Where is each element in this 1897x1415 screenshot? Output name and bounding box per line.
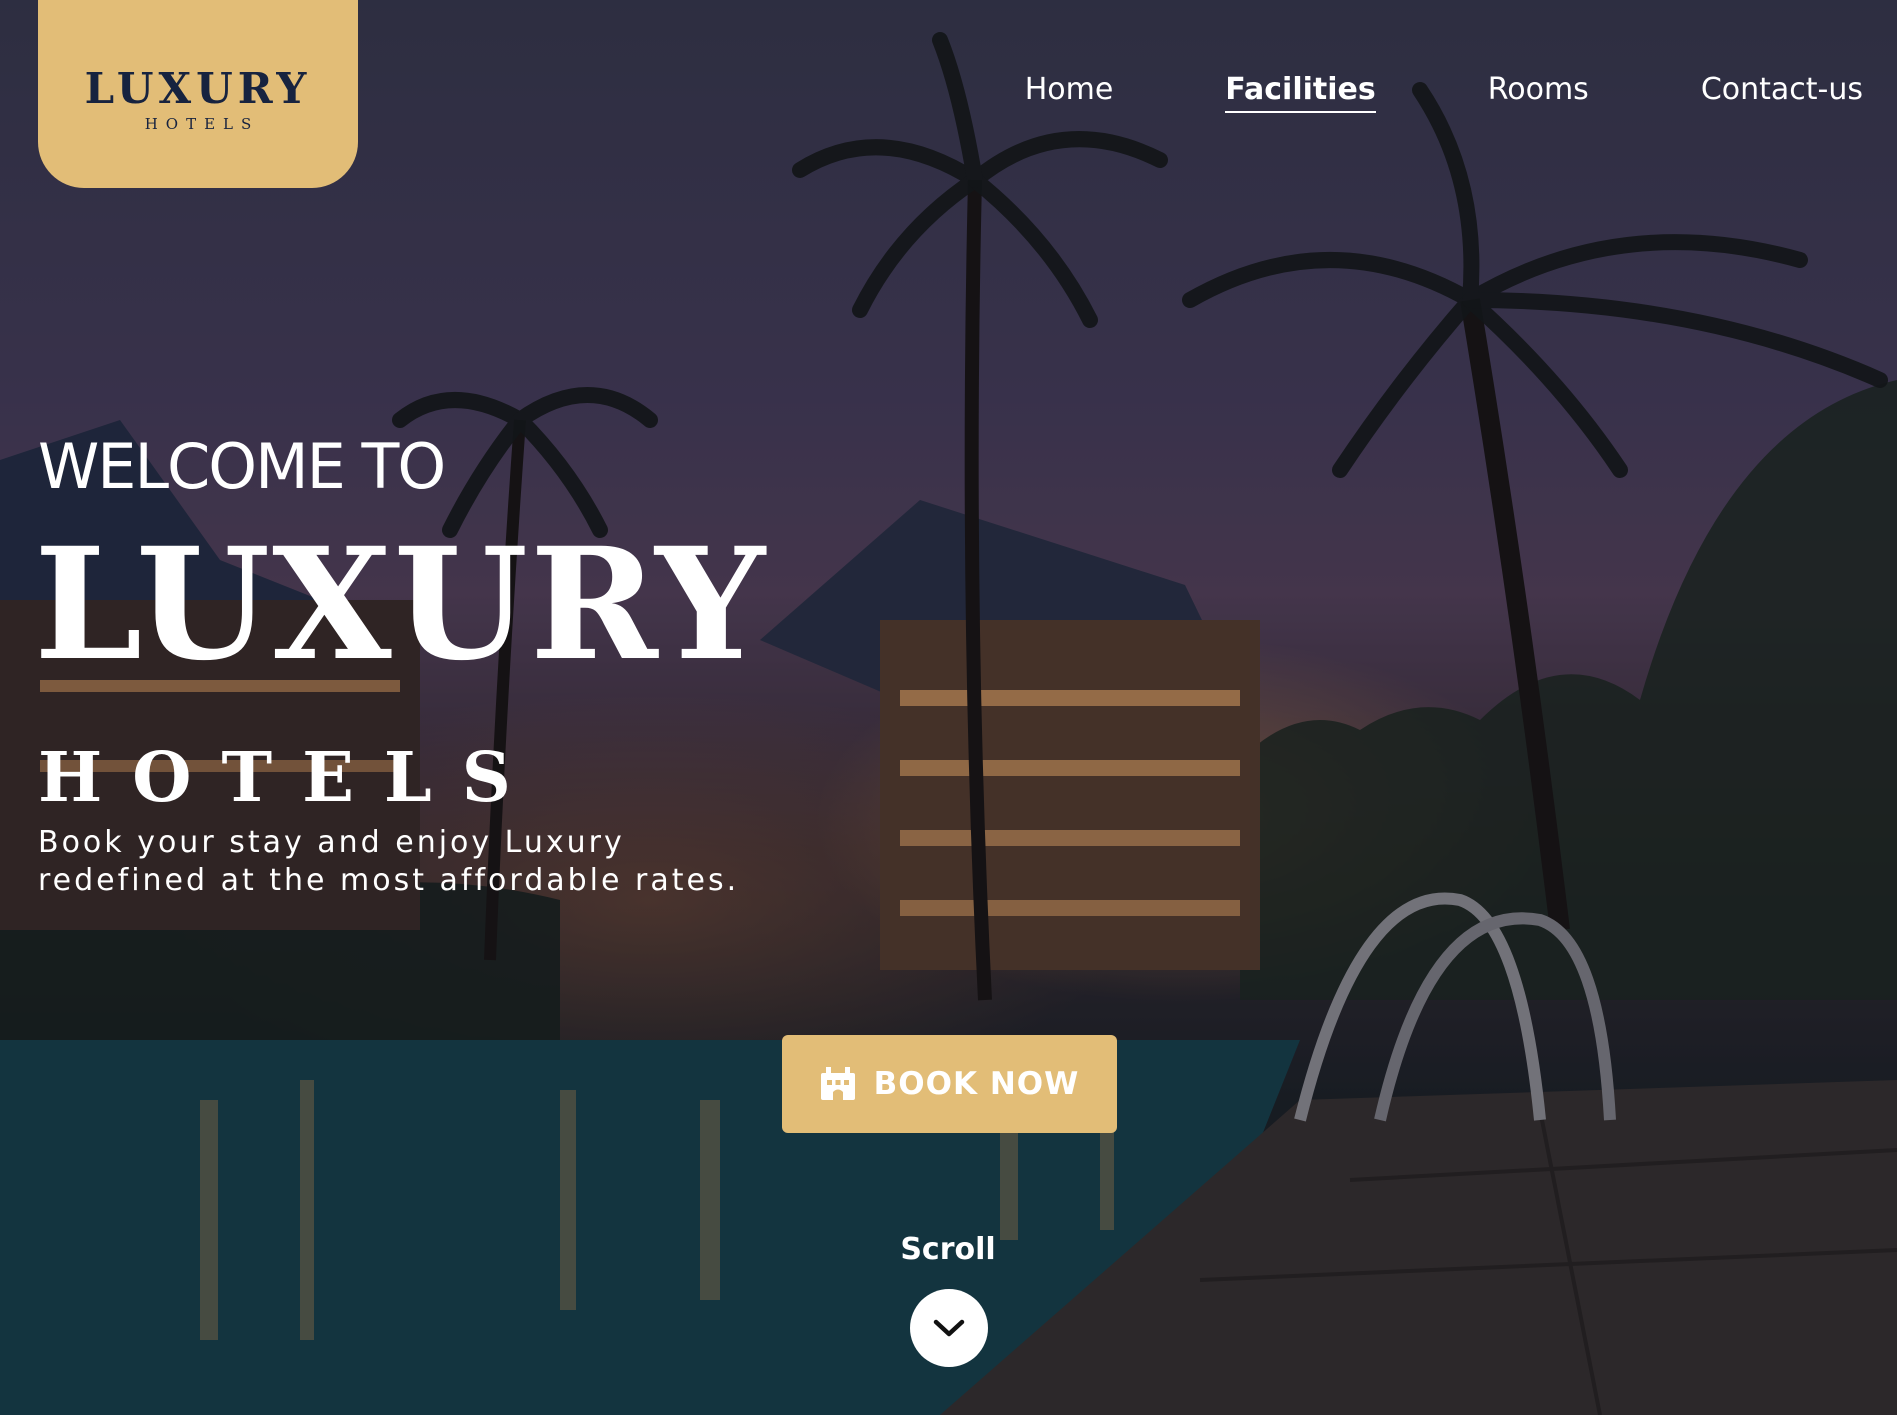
logo-main-text: LUXURY [84,63,312,113]
tagline-line-1: Book your stay and enjoy Luxury [38,825,625,860]
scroll-label: Scroll [900,1232,996,1267]
dark-overlay [0,0,1897,1415]
hero-title: LUXURY [34,514,768,695]
hero-section: LUXURY HOTELS Home Facilities Rooms Cont… [0,0,1897,1415]
nav-item-contact[interactable]: Contact-us [1701,72,1863,113]
book-now-button[interactable]: BOOK NOW [782,1035,1117,1133]
hero-subtitle: HOTELS [38,738,541,818]
nav-item-home[interactable]: Home [1025,72,1114,113]
nav-item-facilities[interactable]: Facilities [1225,72,1376,113]
welcome-heading: WELCOME TO [38,430,446,503]
tagline-line-2: redefined at the most affordable rates. [38,863,740,898]
scroll-down-button[interactable] [910,1289,988,1367]
book-now-label: BOOK NOW [873,1066,1080,1102]
logo-sub-text: HOTELS [144,114,260,133]
main-nav: Home Facilities Rooms Contact-us [913,72,1863,113]
chevron-down-icon [933,1319,965,1337]
brand-logo[interactable]: LUXURY HOTELS [38,0,358,188]
nav-item-rooms[interactable]: Rooms [1488,72,1589,113]
hotel-icon [820,1067,855,1100]
hero-tagline: Book your stay and enjoy Luxury redefine… [38,824,798,900]
